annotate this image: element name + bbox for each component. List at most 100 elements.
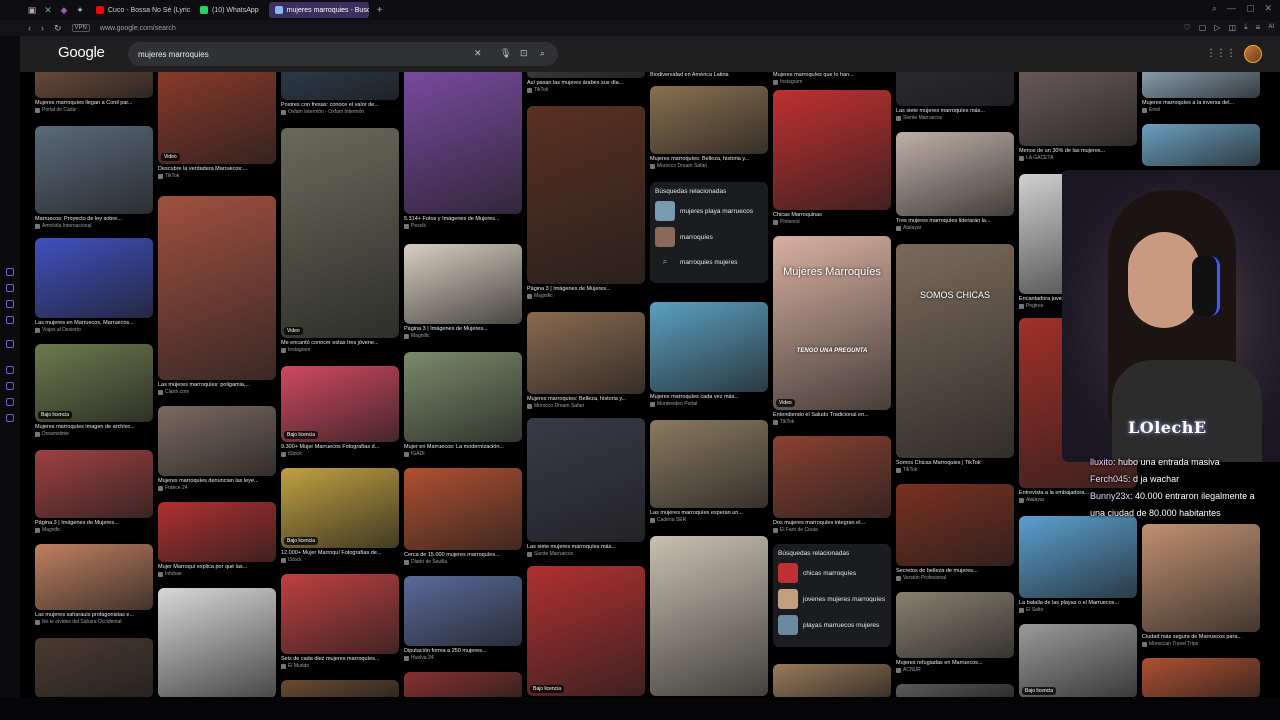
result-thumbnail[interactable] xyxy=(35,544,153,610)
url-field[interactable]: www.google.com/search xyxy=(100,25,176,32)
forward-icon[interactable]: › xyxy=(41,23,44,33)
result-thumbnail[interactable] xyxy=(650,86,768,154)
download-icon[interactable]: ⤓ xyxy=(1244,22,1248,32)
image-result[interactable]: Las mujeres marroquíes esperan un... Cade… xyxy=(650,420,768,524)
result-caption[interactable]: Las mujeres marroquíes esperan un... xyxy=(650,510,768,517)
result-thumbnail[interactable] xyxy=(527,418,645,542)
image-result[interactable]: Las siete mujeres marroquíes más... Sient… xyxy=(896,72,1014,122)
result-thumbnail[interactable] xyxy=(35,126,153,214)
result-thumbnail[interactable] xyxy=(650,302,768,392)
result-caption[interactable]: Biodiversidad en América Latina xyxy=(650,72,768,79)
result-source[interactable]: Cadena SER xyxy=(650,517,768,524)
result-source[interactable]: TikTok xyxy=(527,87,645,94)
result-thumbnail[interactable] xyxy=(35,638,153,697)
vpn-badge[interactable]: VPN xyxy=(71,24,90,32)
tab-0[interactable]: Cuco - Bossa No Sé (Lyric xyxy=(90,2,190,18)
image-result[interactable]: Mujeres marroquíes que lo han... Instagra… xyxy=(773,72,891,86)
result-source[interactable]: Diario de Sevilla xyxy=(404,559,522,566)
play-icon[interactable]: ▷ xyxy=(1214,23,1220,32)
image-result[interactable]: Bajo licencia xyxy=(1019,624,1137,697)
result-thumbnail[interactable] xyxy=(773,664,891,697)
google-logo[interactable]: Google xyxy=(58,44,105,61)
image-result[interactable] xyxy=(773,664,891,697)
result-thumbnail[interactable] xyxy=(896,72,1014,106)
result-thumbnail[interactable] xyxy=(158,406,276,476)
result-thumbnail[interactable] xyxy=(1142,124,1260,166)
maximize-icon[interactable]: ▢ xyxy=(1246,3,1255,14)
result-thumbnail[interactable] xyxy=(896,592,1014,658)
result-source[interactable]: France 24 xyxy=(158,485,276,492)
result-thumbnail[interactable] xyxy=(1019,72,1137,146)
image-result[interactable]: Mujeres refugiadas en Marruecos... ACNUR xyxy=(896,592,1014,674)
related-search-item[interactable]: chicas marroquíes xyxy=(778,563,886,583)
result-caption[interactable]: Las mujeres marroquíes: poligamia,... xyxy=(158,382,276,389)
screenshot-icon[interactable]: ▢ xyxy=(1199,23,1207,32)
result-thumbnail[interactable]: Video Mujeres Marroquíes TENGO UNA PREGUNT… xyxy=(773,236,891,410)
image-result[interactable]: Video Me encantó conocer estas tres jóven… xyxy=(281,128,399,354)
image-result[interactable] xyxy=(896,684,1014,697)
sidebar-app-icon[interactable] xyxy=(6,382,14,390)
image-result[interactable]: Bajo licencia 9.300+ Mujer Marruecos Foto… xyxy=(281,366,399,458)
image-result[interactable]: Las mujeres en Marruecos, Marruecos... Vi… xyxy=(35,238,153,334)
result-source[interactable]: LA GACETA xyxy=(1019,155,1137,162)
image-result[interactable]: Secretos de belleza de mujeres... Versión… xyxy=(896,484,1014,582)
result-caption[interactable]: Tres mujeres marroquíes liderarán la... xyxy=(896,218,1014,225)
result-caption[interactable]: Las siete mujeres marroquíes más... xyxy=(527,544,645,551)
result-source[interactable]: Magnific xyxy=(35,527,153,534)
result-source[interactable]: Portal de Cádiz xyxy=(35,107,153,114)
result-source[interactable]: TikTok xyxy=(896,467,1014,474)
result-caption[interactable]: Mujeres marroquíes a la inversa del... xyxy=(1142,100,1260,107)
result-source[interactable]: Dreamstime xyxy=(35,431,153,438)
result-source[interactable]: No te olvides del Sahara Occidental xyxy=(35,619,153,626)
sidebar-app-icon[interactable] xyxy=(6,366,14,374)
image-result[interactable]: Página 3 | Imágenes de Mujeres... Magnifi… xyxy=(35,450,153,534)
result-caption[interactable]: Chicas Marroquinas xyxy=(773,212,891,219)
result-source[interactable]: Morocco Dream Safari xyxy=(527,403,645,410)
result-thumbnail[interactable] xyxy=(35,72,153,98)
result-caption[interactable]: Las siete mujeres marroquíes más... xyxy=(896,108,1014,115)
result-thumbnail[interactable]: Video xyxy=(281,128,399,338)
result-source[interactable]: Morocco Dream Safari xyxy=(650,163,768,170)
result-source[interactable]: iStock xyxy=(281,557,399,564)
result-source[interactable]: Magnific xyxy=(527,293,645,300)
close-icon[interactable]: ✕ xyxy=(1264,3,1272,14)
result-source[interactable]: Pinterest xyxy=(773,219,891,226)
image-result[interactable]: Seis de cada diez mujeres marroquíes... E… xyxy=(281,574,399,670)
result-caption[interactable]: Página 3 | Imágenes de Mujeres... xyxy=(35,520,153,527)
result-thumbnail[interactable] xyxy=(896,684,1014,697)
result-caption[interactable]: Postres con fresas: conoce el valor de..… xyxy=(281,102,399,109)
image-result[interactable] xyxy=(1142,124,1260,166)
result-source[interactable]: El Salto xyxy=(1019,607,1137,614)
ai-button[interactable]: AI xyxy=(1268,24,1274,30)
result-source[interactable]: TikTok xyxy=(773,419,891,426)
result-source[interactable]: ACNUR xyxy=(896,667,1014,674)
lens-icon[interactable]: ⊡ xyxy=(520,48,528,59)
result-source[interactable]: Instagram xyxy=(773,79,891,86)
result-source[interactable]: Pexels xyxy=(404,223,522,230)
result-source[interactable]: Moroccan Travel Trips xyxy=(1142,641,1260,648)
result-thumbnail[interactable] xyxy=(527,106,645,284)
sidebar-app-icon[interactable] xyxy=(6,284,14,292)
result-source[interactable]: Atalayar xyxy=(896,225,1014,232)
tab-1[interactable]: (10) WhatsApp xyxy=(194,2,265,18)
image-result[interactable]: Mujeres marroquíes cada vez más... Montev… xyxy=(650,302,768,408)
result-thumbnail[interactable] xyxy=(404,244,522,324)
image-result[interactable] xyxy=(158,588,276,697)
sidebar-app-icon[interactable] xyxy=(6,316,14,324)
image-result[interactable]: Mujeres marroquíes: Belleza, historia y.… xyxy=(650,86,768,170)
related-search-item[interactable]: playas marruecos mujeres xyxy=(778,615,886,635)
result-caption[interactable]: Somos Chicas Marroquies | TikTok xyxy=(896,460,1014,467)
result-caption[interactable]: Mujer en Marruecos: La modernización... xyxy=(404,444,522,451)
menu-icon[interactable]: ≡ xyxy=(1256,23,1261,32)
image-result[interactable]: Video Descubre la verdadera Marruecos:...… xyxy=(158,72,276,180)
result-source[interactable]: Amnistía Internacional xyxy=(35,223,153,230)
result-thumbnail[interactable] xyxy=(1019,516,1137,598)
search-icon[interactable]: ⌕ xyxy=(1212,3,1217,14)
tab-2[interactable]: mujeres marroquies - Busc xyxy=(268,2,369,18)
result-caption[interactable]: Entendiendo el Saludo Tradicional en... xyxy=(773,412,891,419)
result-thumbnail[interactable] xyxy=(281,72,399,100)
search-icon[interactable]: ⌕ xyxy=(540,48,545,59)
reload-icon[interactable]: ↻ xyxy=(54,23,62,34)
result-caption[interactable]: Mujeres refugiadas en Marruecos... xyxy=(896,660,1014,667)
result-source[interactable]: IGADI xyxy=(404,451,522,458)
